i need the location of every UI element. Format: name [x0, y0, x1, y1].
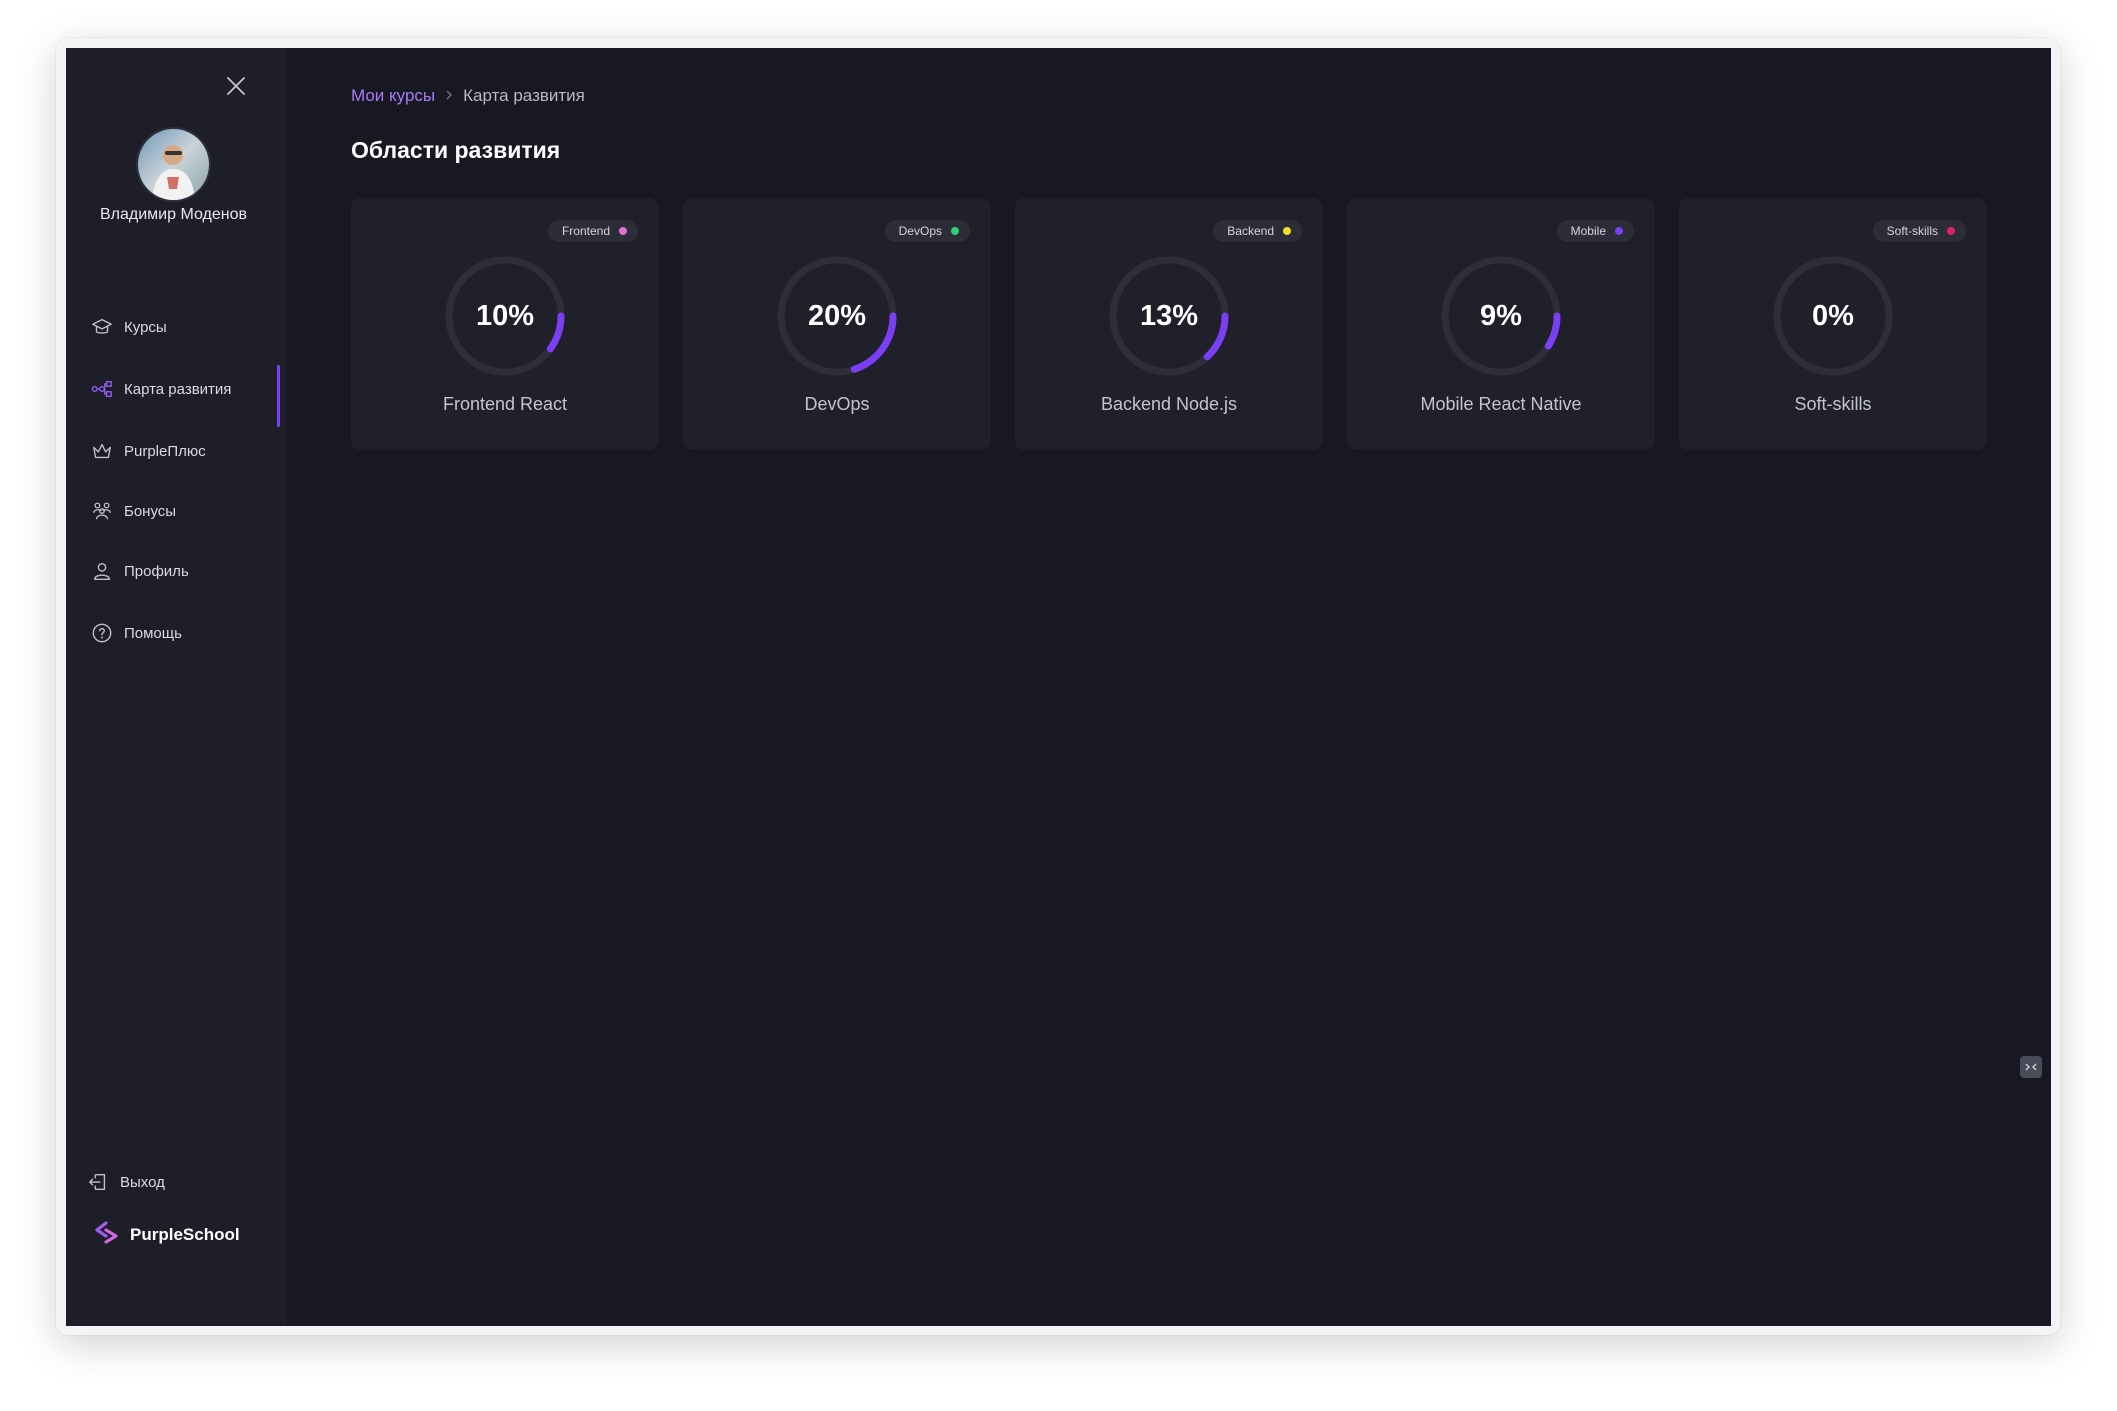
area-tag-label: Mobile	[1570, 224, 1606, 238]
logout-label: Выход	[120, 1173, 165, 1191]
progress-ring: 13%	[1108, 255, 1230, 377]
purpleschool-logo-icon	[94, 1220, 120, 1249]
nav-item-label: Помощь	[124, 624, 182, 642]
area-tag-label: DevOps	[898, 224, 942, 238]
area-tag: Backend	[1213, 220, 1302, 242]
sidebar: Владимир Моденов Курсы Карта развития Pu…	[66, 48, 287, 1326]
breadcrumb: Мои курсы Карта развития	[351, 86, 585, 106]
nav-item-purpleplus[interactable]: PurpleПлюс	[90, 431, 280, 471]
logout-icon	[86, 1170, 110, 1194]
area-card-devops[interactable]: DevOps 20% DevOps	[683, 198, 991, 450]
area-card-backend[interactable]: Backend 13% Backend Node.js	[1015, 198, 1323, 450]
brand-logo[interactable]: PurpleSchool	[94, 1220, 240, 1249]
area-name: Mobile React Native	[1420, 394, 1582, 414]
area-tag-label: Frontend	[561, 224, 610, 238]
tag-dot	[951, 227, 959, 235]
progress-ring: 10%	[444, 255, 566, 377]
feedback-widget-button[interactable]	[2020, 1056, 2042, 1078]
close-sidebar-button[interactable]	[225, 75, 247, 97]
area-tag: Frontend	[547, 220, 638, 242]
progress-percent: 13%	[1139, 299, 1199, 332]
tag-dot	[1615, 227, 1623, 235]
area-name: Soft-skills	[1794, 394, 1872, 414]
help-circle-icon	[90, 621, 114, 645]
nav-item-label: PurpleПлюс	[124, 442, 206, 460]
breadcrumb-current: Карта развития	[463, 86, 585, 105]
nav-item-development-map[interactable]: Карта развития	[90, 365, 280, 427]
tag-dot	[619, 227, 627, 235]
progress-ring: 0%	[1772, 255, 1894, 377]
progress-percent: 10%	[475, 299, 535, 332]
tree-map-icon	[90, 377, 114, 401]
area-name: DevOps	[804, 394, 870, 414]
area-name: Frontend React	[442, 394, 568, 414]
user-name: Владимир Моденов	[100, 206, 247, 223]
breadcrumb-link-my-courses[interactable]: Мои курсы	[351, 86, 435, 106]
logout-button[interactable]: Выход	[86, 1162, 276, 1202]
brand-name: PurpleSchool	[130, 1224, 240, 1244]
nav-item-label: Профиль	[124, 562, 189, 580]
progress-ring: 9%	[1440, 255, 1562, 377]
area-tag: DevOps	[884, 220, 970, 242]
progress-percent: 0%	[1812, 299, 1854, 332]
development-areas: Frontend 10% Frontend React DevOps 20% D…	[351, 198, 1987, 450]
area-tag-label: Soft-skills	[1886, 224, 1938, 238]
page-title: Области развития	[351, 137, 561, 163]
area-tag-label: Backend	[1227, 224, 1274, 238]
close-icon	[227, 77, 245, 95]
progress-percent: 9%	[1480, 299, 1522, 332]
widget-icon	[2025, 1063, 2037, 1071]
nav-item-help[interactable]: Помощь	[90, 613, 280, 653]
area-card-soft-skills[interactable]: Soft-skills 0% Soft-skills	[1679, 198, 1987, 450]
area-tag: Mobile	[1556, 220, 1634, 242]
nav-item-label: Курсы	[124, 318, 167, 336]
nav-item-profile[interactable]: Профиль	[90, 551, 280, 591]
tag-dot	[1947, 227, 1955, 235]
group-icon	[90, 499, 114, 523]
nav-item-courses[interactable]: Курсы	[90, 307, 280, 347]
nav-item-label: Бонусы	[124, 502, 177, 520]
main-content: Мои курсы Карта развития Области развити…	[287, 48, 2051, 1326]
user-icon	[90, 559, 114, 583]
nav-item-bonuses[interactable]: Бонусы	[90, 491, 280, 531]
avatar[interactable]	[136, 127, 211, 202]
area-tag: Soft-skills	[1872, 220, 1966, 242]
area-card-mobile[interactable]: Mobile 9% Mobile React Native	[1347, 198, 1655, 450]
user-photo	[138, 129, 209, 200]
progress-percent: 20%	[807, 299, 867, 332]
nav-item-label: Карта развития	[124, 380, 232, 398]
app-window: Владимир Моденов Курсы Карта развития Pu…	[66, 48, 2051, 1326]
crown-icon	[90, 439, 114, 463]
area-name: Backend Node.js	[1100, 394, 1238, 414]
chevron-right-icon	[444, 88, 454, 105]
graduation-cap-icon	[90, 315, 114, 339]
area-card-frontend[interactable]: Frontend 10% Frontend React	[351, 198, 659, 450]
tag-dot	[1283, 227, 1291, 235]
progress-ring: 20%	[776, 255, 898, 377]
